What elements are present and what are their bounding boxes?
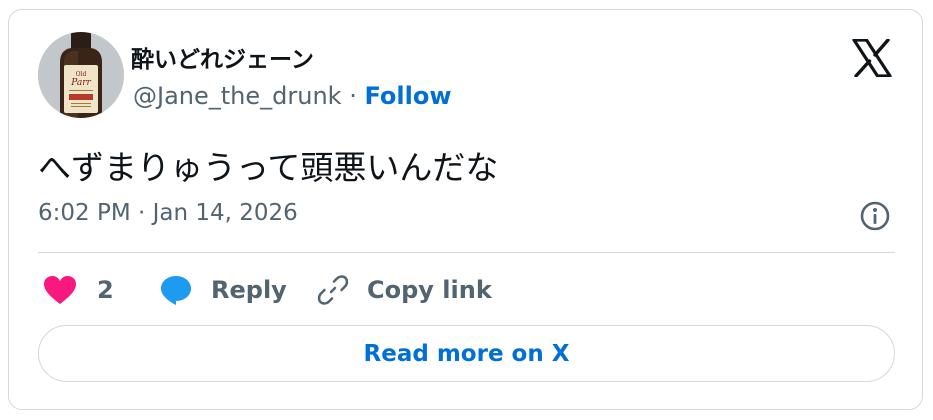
tweet-embed-card: Old Parr 酔いどれジェーン @Jane_the_drunk · Foll…	[8, 9, 923, 410]
reply-label: Reply	[211, 276, 287, 304]
separator-dot: ·	[349, 82, 357, 110]
user-handle[interactable]: @Jane_the_drunk	[133, 82, 342, 110]
heart-icon	[44, 276, 76, 304]
tweet-timestamp[interactable]: 6:02 PM · Jan 14, 2026	[38, 200, 298, 226]
x-logo-icon[interactable]	[852, 38, 892, 78]
avatar[interactable]: Old Parr	[38, 32, 124, 118]
whiskey-bottle-image: Old Parr	[38, 32, 124, 118]
info-icon[interactable]	[859, 200, 891, 232]
divider	[38, 252, 895, 253]
svg-text:Old: Old	[76, 71, 87, 78]
like-button[interactable]: 2	[43, 270, 114, 310]
display-name[interactable]: 酔いどれジェーン	[131, 40, 314, 74]
read-more-button[interactable]: Read more on X	[38, 325, 895, 382]
like-count: 2	[97, 276, 114, 304]
follow-link[interactable]: Follow	[365, 82, 452, 110]
link-icon	[317, 275, 349, 305]
svg-text:Parr: Parr	[70, 78, 91, 88]
handle-line: @Jane_the_drunk · Follow	[133, 82, 452, 110]
copy-link-label: Copy link	[367, 276, 492, 304]
speech-bubble-icon	[161, 276, 191, 305]
tweet-text: へずまりゅうって頭悪いんだな	[38, 148, 499, 187]
copy-link-button[interactable]: Copy link	[317, 270, 492, 310]
reply-button[interactable]: Reply	[159, 270, 287, 310]
